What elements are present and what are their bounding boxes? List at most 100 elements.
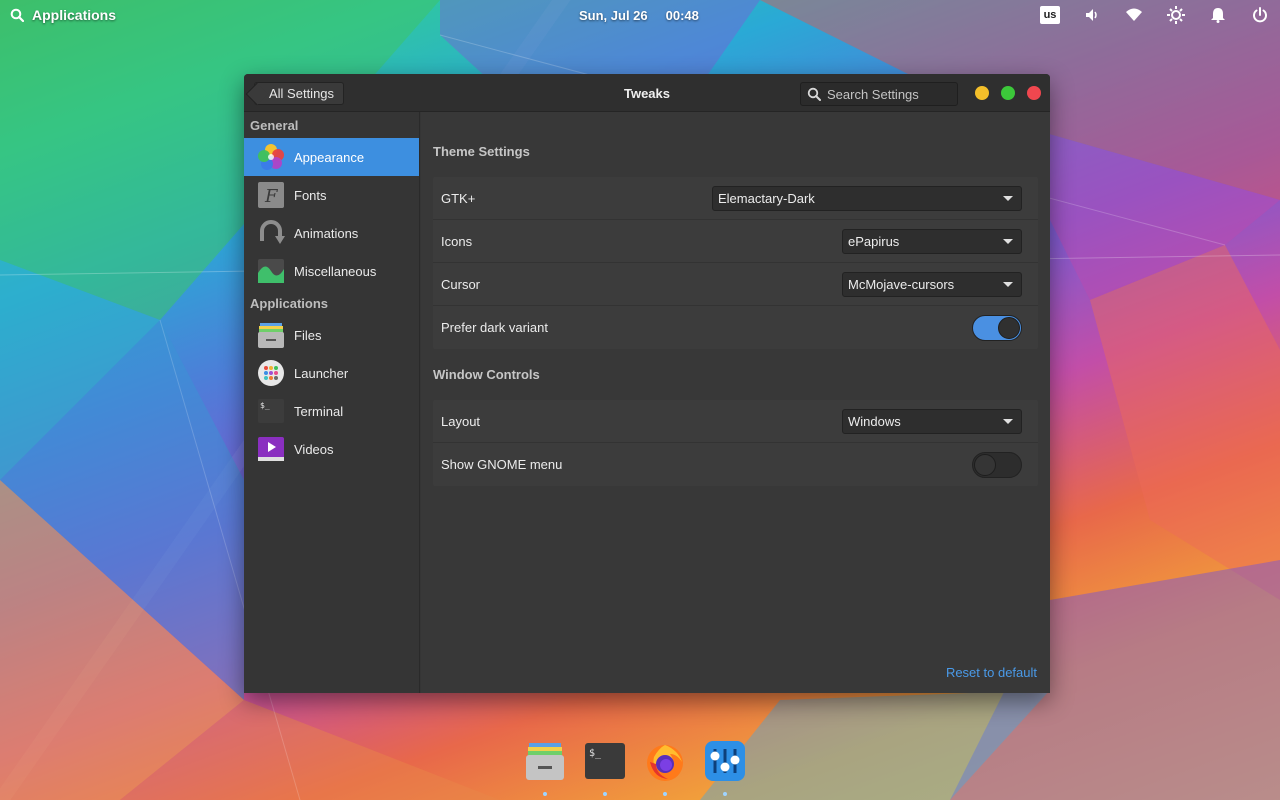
search-box[interactable] — [800, 82, 958, 106]
date-label: Sun, Jul 26 — [579, 7, 648, 23]
applications-label: Applications — [32, 7, 117, 23]
window-controls-title: Window Controls — [433, 367, 540, 382]
sidebar-item-label: Terminal — [294, 403, 344, 419]
chevron-down-icon — [1003, 195, 1013, 201]
sidebar-item-label: Files — [294, 327, 322, 343]
power-icon[interactable] — [1250, 5, 1270, 25]
chevron-down-icon — [1003, 418, 1013, 424]
tweaks-icon — [705, 741, 745, 781]
terminal-icon: $_ — [257, 397, 285, 425]
dark-variant-row: Prefer dark variant — [433, 306, 1038, 349]
gtk-theme-value: Elemactary-Dark — [718, 190, 815, 206]
window-controls-group: Layout Windows Show GNOME menu — [433, 400, 1038, 486]
running-indicator — [543, 792, 547, 796]
running-indicator — [663, 792, 667, 796]
dark-variant-label: Prefer dark variant — [441, 320, 548, 335]
search-icon — [10, 8, 24, 22]
running-indicator — [723, 792, 727, 796]
icons-row: Icons ePapirus — [433, 220, 1038, 263]
sidebar-item-files[interactable]: Files — [244, 316, 419, 354]
terminal-icon: $_ — [585, 743, 625, 779]
all-settings-label: All Settings — [269, 86, 335, 101]
chevron-down-icon — [1003, 238, 1013, 244]
layout-dropdown[interactable]: Windows — [842, 408, 1022, 434]
notifications-icon[interactable] — [1208, 5, 1228, 25]
search-input[interactable] — [827, 86, 947, 102]
files-icon — [526, 743, 564, 780]
sidebar-item-videos[interactable]: Videos — [244, 430, 419, 468]
sidebar: General Appearance F Fonts Animations Mi… — [244, 112, 420, 693]
header-bar: All Settings Tweaks — [244, 74, 1050, 112]
cursor-theme-dropdown[interactable]: McMojave-cursors — [842, 271, 1022, 297]
minimize-button[interactable] — [975, 86, 989, 100]
chevron-down-icon — [1003, 281, 1013, 287]
dock-terminal[interactable]: $_ — [584, 740, 626, 796]
sidebar-item-terminal[interactable]: $_ Terminal — [244, 392, 419, 430]
switch-knob — [974, 453, 996, 476]
sidebar-item-label: Fonts — [294, 187, 327, 203]
dock-firefox[interactable] — [644, 740, 686, 796]
search-icon — [807, 87, 821, 101]
appearance-icon — [257, 143, 285, 171]
gnome-menu-row: Show GNOME menu — [433, 443, 1038, 486]
sidebar-item-launcher[interactable]: Launcher — [244, 354, 419, 392]
sidebar-item-fonts[interactable]: F Fonts — [244, 176, 419, 214]
sidebar-header-applications: Applications — [250, 295, 329, 311]
svg-text:$_: $_ — [260, 401, 270, 410]
gtk-theme-dropdown[interactable]: Elemactary-Dark — [712, 185, 1022, 211]
animations-icon — [257, 219, 285, 247]
gtk-row: GTK+ Elemactary-Dark — [433, 177, 1038, 220]
cursor-theme-value: McMojave-cursors — [848, 276, 955, 292]
applications-menu[interactable]: Applications — [10, 0, 116, 30]
sidebar-item-label: Appearance — [294, 149, 365, 165]
sidebar-item-label: Miscellaneous — [294, 263, 377, 279]
fonts-icon: F — [257, 181, 285, 209]
wifi-icon[interactable] — [1124, 5, 1144, 25]
icons-label: Icons — [441, 233, 473, 249]
dock-tweaks[interactable] — [704, 740, 746, 796]
icons-theme-value: ePapirus — [848, 233, 900, 249]
sidebar-item-label: Videos — [294, 441, 334, 457]
layout-label: Layout — [441, 413, 481, 429]
top-bar: Applications Sun, Jul 26 00:48 us — [0, 0, 1280, 30]
tweaks-window: All Settings Tweaks General Appearan — [244, 74, 1050, 693]
settings-content: Theme Settings GTK+ Elemactary-Dark Icon… — [421, 112, 1050, 693]
keyboard-layout-indicator[interactable]: us — [1040, 6, 1060, 24]
sidebar-item-label: Launcher — [294, 365, 349, 381]
close-button[interactable] — [1027, 86, 1041, 100]
brightness-icon[interactable] — [1166, 5, 1186, 25]
gnome-menu-switch[interactable] — [972, 451, 1022, 478]
reset-to-default-link[interactable]: Reset to default — [946, 665, 1037, 680]
maximize-button[interactable] — [1001, 86, 1015, 100]
gtk-label: GTK+ — [441, 190, 476, 206]
cursor-row: Cursor McMojave-cursors — [433, 263, 1038, 306]
cursor-label: Cursor — [441, 276, 481, 292]
svg-text:F: F — [264, 186, 279, 207]
theme-settings-group: GTK+ Elemactary-Dark Icons ePapirus Curs… — [433, 177, 1038, 349]
sidebar-item-appearance[interactable]: Appearance — [244, 138, 419, 176]
svg-text:$_: $_ — [589, 748, 602, 759]
videos-icon — [257, 435, 285, 463]
sidebar-item-miscellaneous[interactable]: Miscellaneous — [244, 252, 419, 290]
layout-row: Layout Windows — [433, 400, 1038, 443]
miscellaneous-icon — [257, 257, 285, 285]
layout-value: Windows — [848, 413, 901, 429]
sidebar-item-label: Animations — [294, 225, 359, 241]
sidebar-header-general: General — [250, 117, 299, 133]
running-indicator — [603, 792, 607, 796]
firefox-icon — [647, 745, 683, 781]
gnome-menu-label: Show GNOME menu — [441, 457, 563, 472]
files-icon — [257, 321, 285, 349]
clock[interactable]: Sun, Jul 26 00:48 — [579, 0, 699, 30]
launcher-icon — [257, 359, 285, 387]
icons-theme-dropdown[interactable]: ePapirus — [842, 228, 1022, 254]
time-label: 00:48 — [665, 7, 699, 23]
all-settings-button[interactable]: All Settings — [254, 82, 345, 105]
theme-settings-title: Theme Settings — [433, 144, 530, 159]
sidebar-item-animations[interactable]: Animations — [244, 214, 419, 252]
dark-variant-switch[interactable] — [972, 314, 1022, 341]
dock-files[interactable] — [524, 740, 566, 796]
volume-icon[interactable] — [1082, 5, 1102, 25]
switch-knob — [998, 316, 1020, 339]
dock: $_ — [524, 740, 746, 800]
